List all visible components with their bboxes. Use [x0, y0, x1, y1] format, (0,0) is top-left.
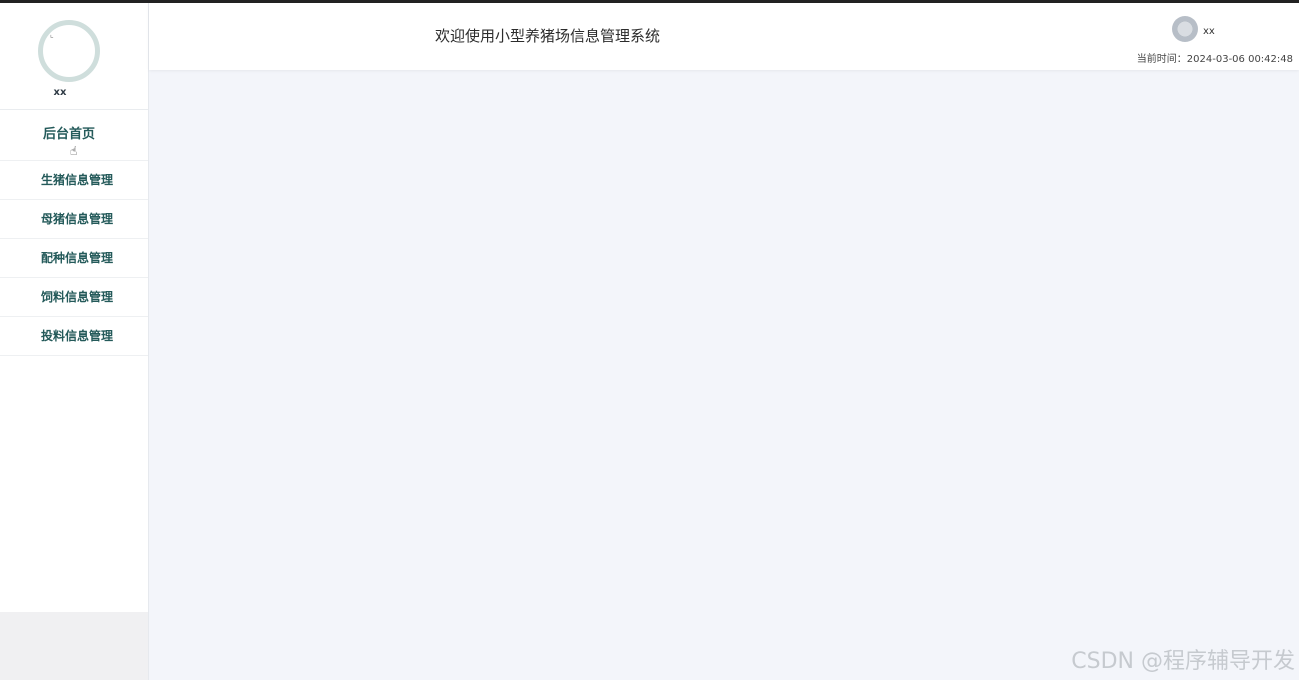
sidebar-item-feed[interactable]: 饲料信息管理 [0, 278, 148, 317]
current-time-label: 当前时间： [1136, 54, 1187, 65]
sidebar-footer-area [0, 612, 148, 680]
sidebar-item-sow[interactable]: 母猪信息管理 [0, 200, 148, 239]
header-username[interactable]: xx [1203, 26, 1215, 37]
page-title: 欢迎使用小型养猪场信息管理系统 [435, 27, 661, 45]
user-avatar[interactable] [1172, 16, 1198, 42]
hand-cursor-icon: ☝ [70, 144, 78, 158]
sidebar-username: xx [53, 87, 67, 98]
sidebar-menu: 后台首页 ☝ 生猪信息管理 母猪信息管理 配种信息管理 饲料信息管理 投料信息管… [0, 110, 148, 356]
sidebar: ⌞ xx 后台首页 ☝ 生猪信息管理 母猪信息管理 配种信息管理 饲料信息管理 … [0, 3, 149, 680]
sidebar-item-feeding[interactable]: 投料信息管理 [0, 317, 148, 356]
sidebar-avatar[interactable] [38, 20, 100, 82]
watermark: CSDN @程序辅导开发 [1071, 649, 1295, 674]
current-time-value: 2024-03-06 00:42:48 [1186, 54, 1293, 65]
current-time: 当前时间：2024-03-06 00:42:48 [1137, 50, 1293, 65]
sidebar-item-breeding[interactable]: 配种信息管理 [0, 239, 148, 278]
top-header: 欢迎使用小型养猪场信息管理系统 xx 当前时间：2024-03-06 00:42… [149, 3, 1299, 70]
sidebar-item-home[interactable]: 后台首页 ☝ [0, 110, 148, 161]
broken-image-icon: ⌞ [50, 30, 54, 39]
sidebar-item-label: 后台首页 [43, 127, 96, 142]
